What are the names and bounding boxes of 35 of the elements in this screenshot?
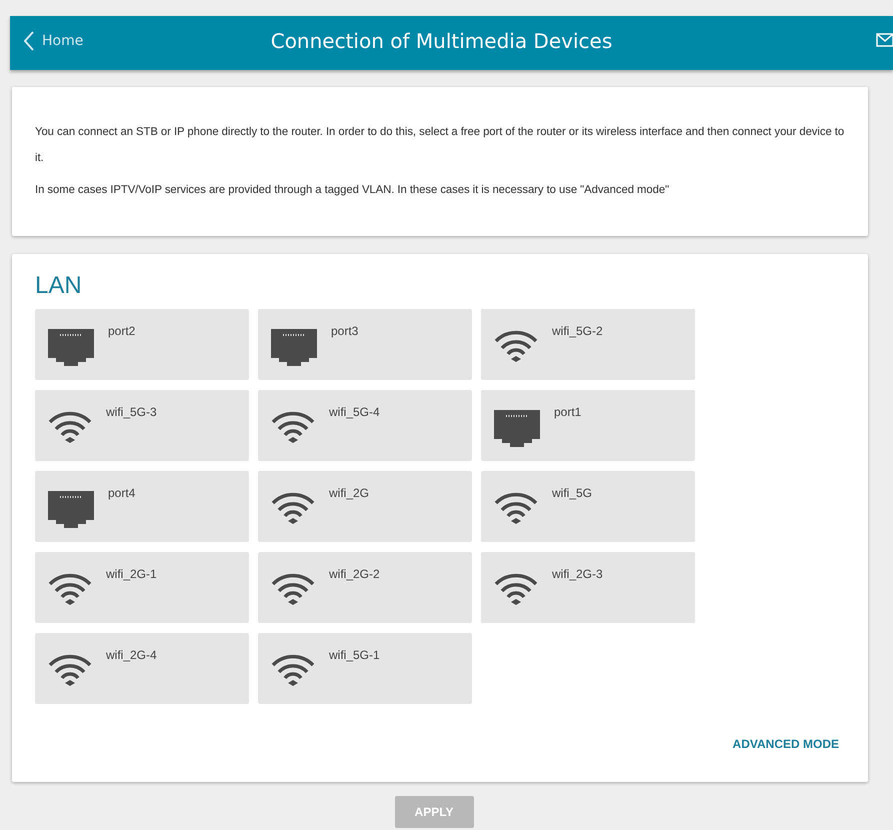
- wifi-icon: [48, 410, 92, 444]
- interface-tile[interactable]: wifi_5G-1: [258, 633, 472, 704]
- wifi-icon: [494, 491, 538, 525]
- wifi-icon: [494, 329, 538, 363]
- interface-tile[interactable]: port1: [481, 390, 695, 461]
- ethernet-port-icon: [48, 491, 94, 528]
- interface-tile[interactable]: port2: [35, 309, 249, 380]
- interface-tile[interactable]: wifi_2G-2: [258, 552, 472, 623]
- wifi-icon: [271, 410, 315, 444]
- section-title: LAN: [35, 272, 83, 300]
- info-text: You can connect an STB or IP phone directly to the router. In order to do this, select a free port of the router or its wireless interface and then connect your device to it.: [35, 125, 845, 166]
- interface-tile[interactable]: wifi_2G-3: [481, 552, 695, 623]
- interface-tile[interactable]: wifi_5G-4: [258, 390, 472, 461]
- wifi-icon: [494, 572, 538, 606]
- interface-tile[interactable]: wifi_2G-4: [35, 633, 249, 704]
- ethernet-port-icon: [48, 329, 94, 366]
- interface-tile[interactable]: wifi_5G-2: [481, 309, 695, 380]
- ethernet-port-icon: [271, 329, 317, 366]
- interface-tile[interactable]: wifi_5G-3: [35, 390, 249, 461]
- wifi-icon: [48, 572, 92, 606]
- advanced-mode-link[interactable]: ADVANCED MODE: [732, 737, 839, 751]
- interface-tile[interactable]: wifi_2G: [258, 471, 472, 542]
- wifi-icon: [271, 572, 315, 606]
- interface-tile[interactable]: wifi_2G-1: [35, 552, 249, 623]
- interface-tile[interactable]: port3: [258, 309, 472, 380]
- interface-tile[interactable]: port4: [35, 471, 249, 542]
- wifi-icon: [48, 653, 92, 687]
- info-text: In some cases IPTV/VoIP services are provided through a tagged VLAN. In these cases it is necessary to use "Advanced mode": [35, 183, 670, 198]
- wifi-icon: [271, 491, 315, 525]
- wifi-icon: [271, 653, 315, 687]
- interface-tile[interactable]: wifi_5G: [481, 471, 695, 542]
- page-title: Connection of Multimedia Devices: [270, 28, 612, 55]
- ethernet-port-icon: [494, 410, 540, 447]
- mail-icon[interactable]: [876, 33, 893, 47]
- chevron-left-icon: [24, 31, 34, 51]
